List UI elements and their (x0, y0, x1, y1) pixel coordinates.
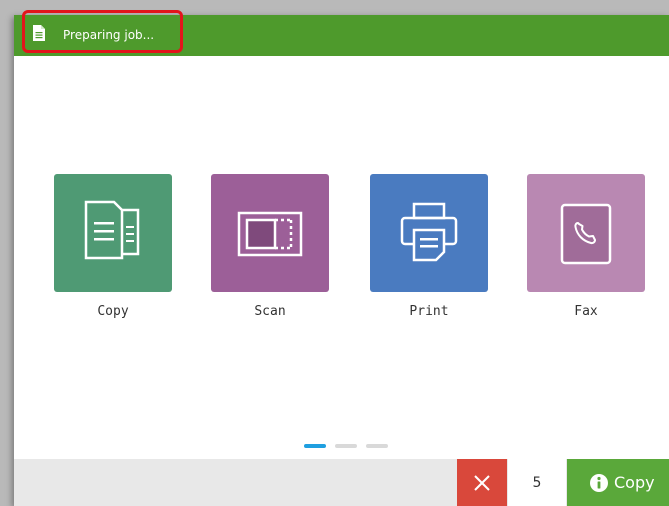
bottom-action-bar: 5 Copy (14, 459, 669, 506)
app-tile-scan[interactable]: Scan (211, 174, 329, 322)
status-text: Preparing job... (63, 28, 155, 42)
close-icon (474, 474, 490, 491)
fax-tile-box[interactable] (527, 174, 645, 292)
cancel-button[interactable] (457, 459, 507, 506)
start-copy-button[interactable]: Copy (567, 459, 669, 506)
fax-icon (560, 203, 612, 265)
copy-icon (84, 200, 140, 260)
page-dot[interactable] (366, 444, 388, 448)
app-tile-print[interactable]: Print (370, 174, 488, 322)
app-tile-fax[interactable]: Fax (527, 174, 645, 322)
page-dot[interactable] (335, 444, 357, 448)
page-indicator (304, 444, 394, 450)
copies-count-field[interactable]: 5 (508, 459, 566, 506)
app-label-print: Print (409, 304, 449, 319)
document-icon (33, 25, 45, 41)
copy-tile-box[interactable] (54, 174, 172, 292)
print-icon (400, 202, 458, 262)
app-label-scan: Scan (254, 304, 286, 319)
app-label-copy: Copy (97, 304, 129, 319)
status-bar: Preparing job... (14, 15, 669, 56)
app-label-fax: Fax (574, 304, 598, 319)
printer-home-screen: Preparing job... Copy Scan Print Fax 5 C… (14, 15, 669, 506)
info-icon (590, 473, 608, 492)
print-tile-box[interactable] (370, 174, 488, 292)
copies-count-value: 5 (532, 474, 542, 491)
scan-tile-box[interactable] (211, 174, 329, 292)
app-tile-copy[interactable]: Copy (54, 174, 172, 322)
page-dot-active[interactable] (304, 444, 326, 448)
scan-icon (237, 211, 303, 257)
start-copy-label: Copy (614, 473, 655, 492)
